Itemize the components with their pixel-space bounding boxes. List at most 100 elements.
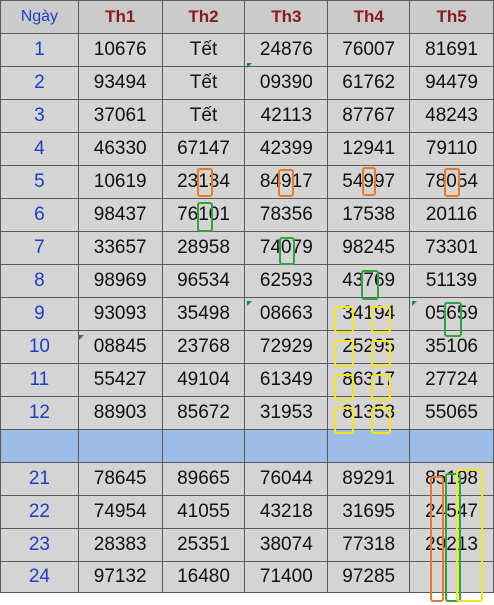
table-row: 3 37061 Tết 42113 87767 48243	[0, 99, 494, 133]
result-cell: 61349	[244, 363, 329, 397]
table-row: 5 10619 23134 84917 54997 78054	[0, 165, 494, 199]
result-cell: 55427	[77, 363, 163, 397]
day-cell: 23	[0, 528, 79, 562]
table-row: 22 74954 41055 43218 31695 24547	[0, 495, 494, 529]
result-cell: 78645	[77, 462, 163, 496]
cell-comment-marker	[247, 301, 252, 306]
result-cell: 77318	[327, 528, 411, 562]
result-cell: 10619	[77, 165, 163, 199]
day-cell: 21	[0, 462, 79, 496]
result-cell: 24547	[409, 495, 494, 529]
result-cell: 35498	[161, 297, 246, 331]
result-cell: 76007	[327, 33, 411, 67]
result-cell: 23134	[161, 165, 246, 199]
result-cell: 08845	[77, 330, 163, 364]
table-row: 2 93494 Tết 09390 61762 94479	[0, 66, 494, 100]
result-cell: 88903	[77, 396, 163, 430]
result-cell: 35106	[409, 330, 494, 364]
result-cell	[327, 429, 411, 463]
result-cell: 49104	[161, 363, 246, 397]
result-cell: 24876	[244, 33, 329, 67]
result-cell: 55065	[409, 396, 494, 430]
result-cell: 16480	[161, 561, 246, 593]
result-cell: 34194	[327, 297, 411, 331]
result-cell: 98245	[327, 231, 411, 265]
result-cell	[161, 429, 246, 463]
table-row: 23 28383 25351 38074 77318 29213	[0, 528, 494, 562]
day-cell: 11	[0, 363, 79, 397]
result-cell: 98969	[77, 264, 163, 298]
column-header-th4: Th4	[327, 0, 411, 34]
result-cell: 97285	[327, 561, 411, 593]
result-cell: 28958	[161, 231, 246, 265]
day-cell: 2	[0, 66, 79, 100]
result-cell: 61762	[327, 66, 411, 100]
header-row: Ngày Th1 Th2 Th3 Th4 Th5	[0, 0, 494, 34]
result-cell: 76101	[161, 198, 246, 232]
result-cell: 97132	[77, 561, 163, 593]
result-cell	[409, 561, 494, 593]
column-header-th1: Th1	[77, 0, 163, 34]
result-cell: 78356	[244, 198, 329, 232]
result-cell: 93093	[77, 297, 163, 331]
table-row: 11 55427 49104 61349 86317 27724	[0, 363, 494, 397]
result-cell: 27724	[409, 363, 494, 397]
day-cell: 10	[0, 330, 79, 364]
table-row: 12 88903 85672 31953 81353 55065	[0, 396, 494, 430]
result-cell: Tết	[161, 99, 246, 133]
result-cell: 51139	[409, 264, 494, 298]
result-cell: 25295	[327, 330, 411, 364]
result-cell: 31953	[244, 396, 329, 430]
result-cell: 89291	[327, 462, 411, 496]
table-row: 7 33657 28958 74079 98245 73301	[0, 231, 494, 265]
result-cell: 94479	[409, 66, 494, 100]
result-cell: 12941	[327, 132, 411, 166]
result-cell: 85672	[161, 396, 246, 430]
result-cell: 17538	[327, 198, 411, 232]
result-cell	[409, 429, 494, 463]
result-cell: 37061	[77, 99, 163, 133]
result-cell: 05659	[409, 297, 494, 331]
day-cell: 9	[0, 297, 79, 331]
day-cell: 5	[0, 165, 79, 199]
result-cell: 74079	[244, 231, 329, 265]
result-cell: 89665	[161, 462, 246, 496]
result-cell: 29213	[409, 528, 494, 562]
result-cell: 43769	[327, 264, 411, 298]
table-row: 24 97132 16480 71400 97285	[0, 561, 494, 593]
result-cell: 74954	[77, 495, 163, 529]
result-cell: 81691	[409, 33, 494, 67]
table-row: 4 46330 67147 42399 12941 79110	[0, 132, 494, 166]
cell-comment-marker	[412, 301, 417, 306]
separator-row	[0, 429, 494, 463]
result-cell: Tết	[161, 66, 246, 100]
result-cell: 08663	[244, 297, 329, 331]
lottery-results-table: Ngày Th1 Th2 Th3 Th4 Th5 1 10676 Tết 24876 76007 81…	[0, 0, 494, 593]
day-cell: 8	[0, 264, 79, 298]
result-cell: 23768	[161, 330, 246, 364]
result-cell: Tết	[161, 33, 246, 67]
result-cell: 42399	[244, 132, 329, 166]
result-cell: 28383	[77, 528, 163, 562]
result-cell: 25351	[161, 528, 246, 562]
result-cell	[244, 429, 329, 463]
result-cell: 85198	[409, 462, 494, 496]
result-cell: 62593	[244, 264, 329, 298]
table-row: 6 98437 76101 78356 17538 20116	[0, 198, 494, 232]
result-cell: 67147	[161, 132, 246, 166]
column-header-th3: Th3	[244, 0, 329, 34]
result-cell: 73301	[409, 231, 494, 265]
result-cell: 33657	[77, 231, 163, 265]
day-cell: 12	[0, 396, 79, 430]
header-day: Ngày	[0, 0, 79, 34]
column-header-th5: Th5	[409, 0, 494, 34]
column-header-th2: Th2	[161, 0, 246, 34]
result-cell: 93494	[77, 66, 163, 100]
table-row: 8 98969 96534 62593 43769 51139	[0, 264, 494, 298]
day-cell: 4	[0, 132, 79, 166]
result-cell: 20116	[409, 198, 494, 232]
cell-comment-marker	[247, 63, 252, 68]
day-cell: 7	[0, 231, 79, 265]
day-cell	[0, 429, 79, 463]
result-cell: 87767	[327, 99, 411, 133]
